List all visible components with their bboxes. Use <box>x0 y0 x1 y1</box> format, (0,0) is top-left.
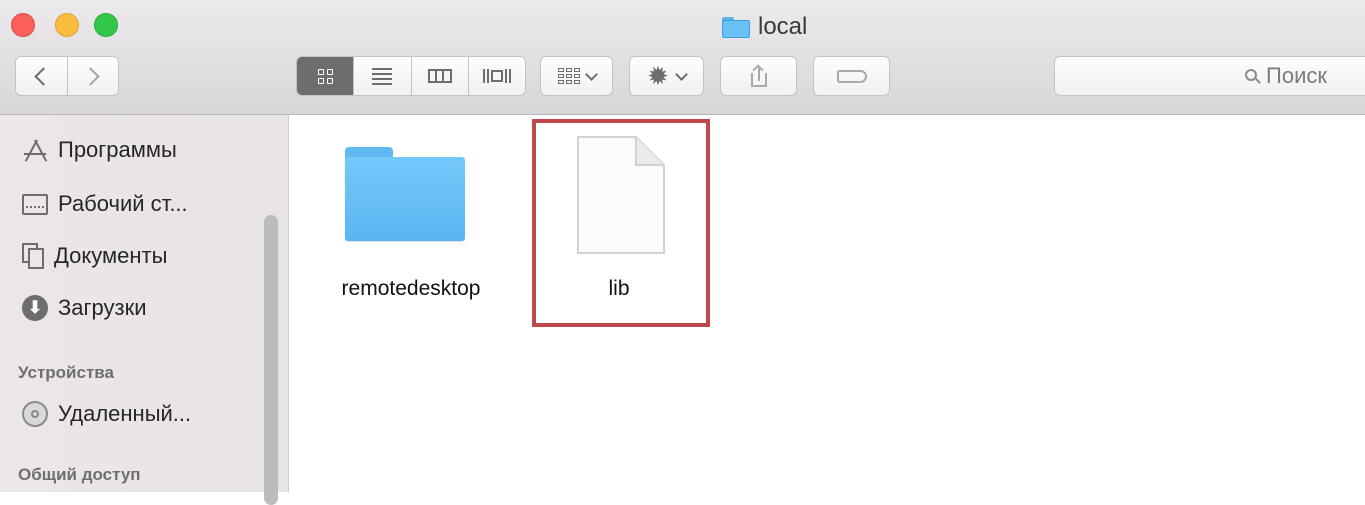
tag-icon <box>836 69 867 83</box>
sidebar-section-shared: Общий доступ <box>18 465 141 484</box>
sidebar-scrollbar[interactable] <box>264 215 278 505</box>
navigation-buttons <box>15 56 119 96</box>
selection-highlight-box <box>532 119 710 327</box>
icon-view-button[interactable] <box>297 57 354 95</box>
window-title: local <box>722 12 807 42</box>
tags-button[interactable] <box>813 56 890 96</box>
sidebar-item-applications[interactable]: Программы <box>22 137 177 163</box>
sidebar-item-downloads[interactable]: ⬇ Загрузки <box>22 295 147 321</box>
close-window-button[interactable] <box>11 13 35 37</box>
file-browser-content: remotedesktop lib <box>289 115 1365 492</box>
sidebar-item-desktop[interactable]: Рабочий ст... <box>22 191 188 217</box>
apps-icon <box>22 138 48 162</box>
columns-icon <box>427 69 452 83</box>
chevron-right-icon <box>81 66 100 86</box>
sidebar-item-label: Документы <box>54 243 168 268</box>
documents-icon <box>22 243 44 269</box>
action-button[interactable]: ✹ <box>629 56 704 96</box>
view-mode-selector <box>296 56 526 96</box>
item-label: remotedesktop <box>341 277 481 300</box>
folder-icon <box>345 147 465 241</box>
sidebar-item-label: Загрузки <box>58 295 147 320</box>
share-icon <box>749 64 769 87</box>
sidebar-item-label: Программы <box>58 137 177 162</box>
window-toolbar: local ✹ Поиск <box>0 0 1365 115</box>
sidebar-item-label: Удаленный... <box>58 401 192 426</box>
grid-icon <box>317 68 333 84</box>
back-button[interactable] <box>16 57 67 95</box>
minimize-window-button[interactable] <box>55 13 79 37</box>
list-view-button[interactable] <box>353 57 410 95</box>
folder-item-remotedesktop[interactable]: remotedesktop <box>321 115 501 325</box>
list-icon <box>372 67 393 85</box>
sidebar-item-label: Рабочий ст... <box>58 191 188 216</box>
sidebar-item-remote-disc[interactable]: Удаленный... <box>22 401 191 427</box>
disc-icon <box>22 401 48 427</box>
forward-button[interactable] <box>66 57 119 95</box>
search-icon <box>1245 68 1261 84</box>
arrange-icon <box>557 68 580 84</box>
cover-flow-view-button[interactable] <box>467 57 525 95</box>
search-placeholder: Поиск <box>1266 63 1327 88</box>
sidebar: Программы Рабочий ст... Документы ⬇ Загр… <box>0 115 289 505</box>
arrange-button[interactable] <box>540 56 613 96</box>
column-view-button[interactable] <box>410 57 468 95</box>
sidebar-item-documents[interactable]: Документы <box>22 243 167 269</box>
search-field[interactable]: Поиск <box>1054 56 1365 96</box>
chevron-down-icon <box>584 67 598 81</box>
downloads-icon: ⬇ <box>22 295 48 321</box>
share-button[interactable] <box>720 56 797 96</box>
maximize-window-button[interactable] <box>94 13 118 37</box>
window-title-text: local <box>758 13 808 40</box>
gear-icon: ✹ <box>647 61 669 91</box>
sidebar-section-devices: Устройства <box>18 363 114 382</box>
desktop-icon <box>22 193 48 215</box>
coverflow-icon <box>482 69 511 83</box>
chevron-left-icon <box>34 66 53 86</box>
folder-icon <box>722 16 750 38</box>
chevron-down-icon <box>675 67 688 81</box>
